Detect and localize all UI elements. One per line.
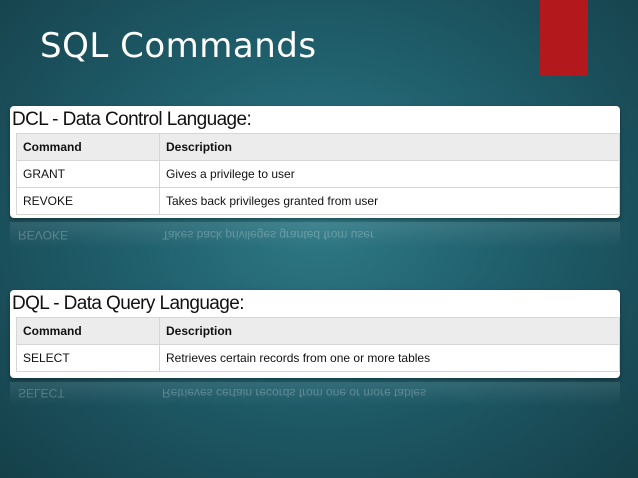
description-cell: Gives a privilege to user (159, 160, 620, 188)
slide-title: SQL Commands (40, 26, 317, 66)
command-cell: SELECT (16, 344, 160, 372)
column-header-command: Command (16, 317, 160, 345)
description-cell: Takes back privileges granted from user (159, 187, 620, 215)
command-cell: REVOKE (16, 187, 160, 215)
dcl-panel: DCL - Data Control Language: Command Des… (10, 106, 620, 218)
dcl-reflection: REVOKE Takes back privileges granted fro… (10, 222, 620, 248)
reflection-description: Retrieves certain records from one or mo… (162, 386, 427, 400)
reflection-description: Takes back privileges granted from user (162, 228, 375, 242)
column-header-description: Description (159, 317, 620, 345)
reflection-command: REVOKE (18, 228, 69, 242)
dql-heading: DQL - Data Query Language: (12, 293, 245, 314)
table-row: GRANT Gives a privilege to user (16, 160, 620, 188)
reflection-row: REVOKE Takes back privileges granted fro… (10, 222, 620, 248)
dql-reflection: SELECT Retrieves certain records from on… (10, 382, 620, 406)
column-header-description: Description (159, 133, 620, 161)
dql-table: Command Description SELECT Retrieves cer… (16, 317, 620, 372)
accent-bar (540, 0, 588, 76)
dcl-heading: DCL - Data Control Language: (12, 109, 252, 130)
column-header-command: Command (16, 133, 160, 161)
command-cell: GRANT (16, 160, 160, 188)
table-row: SELECT Retrieves certain records from on… (16, 344, 620, 372)
table-header-row: Command Description (16, 317, 620, 345)
table-row: REVOKE Takes back privileges granted fro… (16, 187, 620, 215)
reflection-row: SELECT Retrieves certain records from on… (10, 382, 620, 406)
dcl-table: Command Description GRANT Gives a privil… (16, 133, 620, 215)
reflection-command: SELECT (18, 386, 65, 400)
dql-panel: DQL - Data Query Language: Command Descr… (10, 290, 620, 378)
table-header-row: Command Description (16, 133, 620, 161)
description-cell: Retrieves certain records from one or mo… (159, 344, 620, 372)
